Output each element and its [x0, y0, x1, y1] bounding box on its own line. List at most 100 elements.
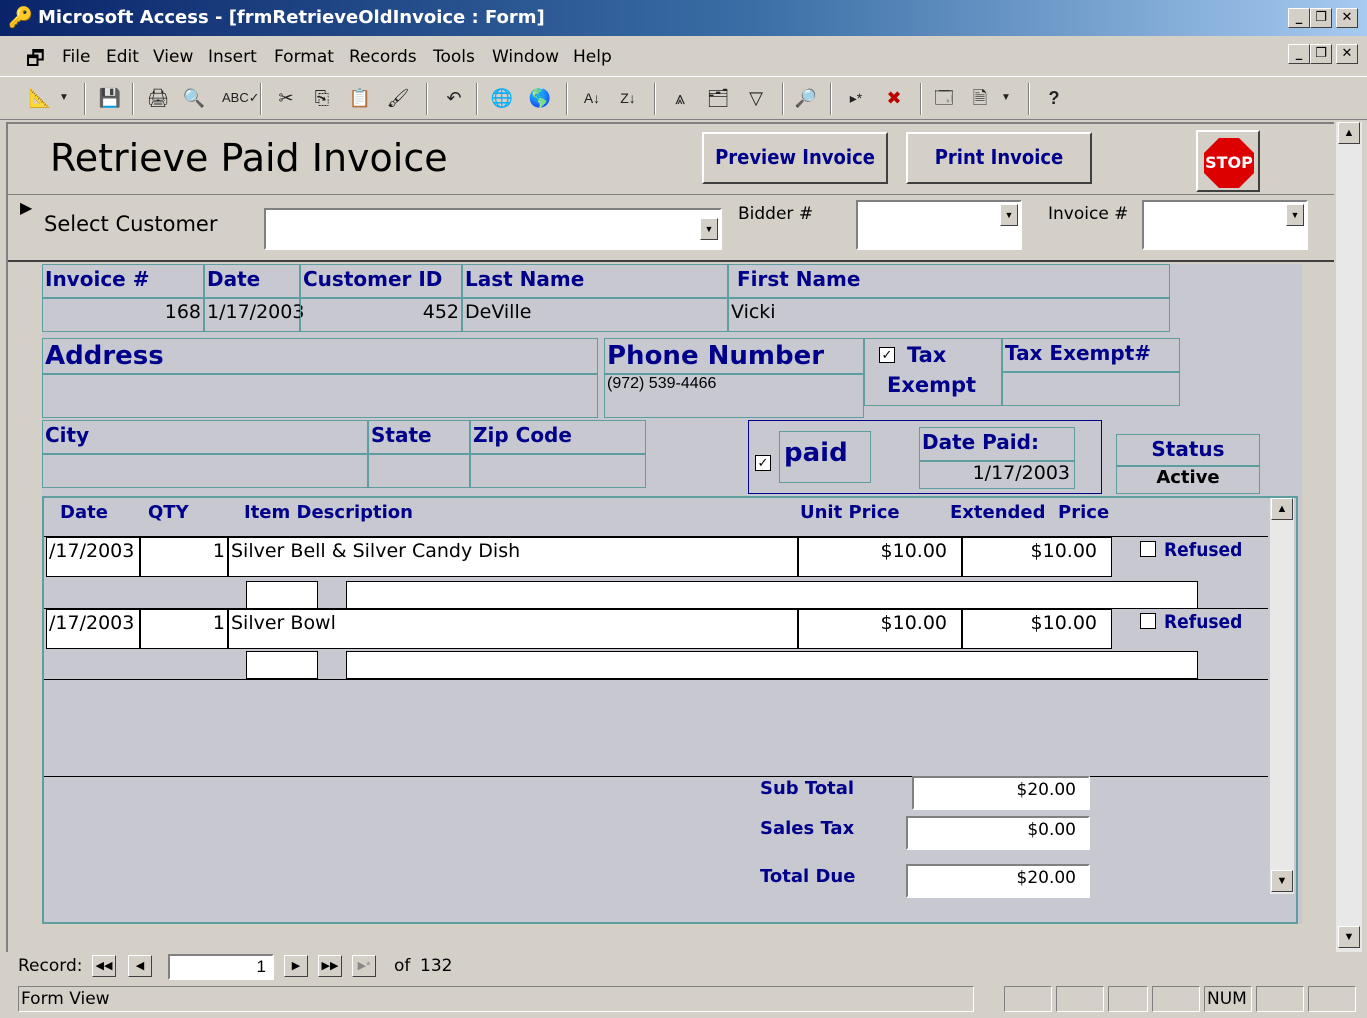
title-bar[interactable]: 🔑 Microsoft Access - [frmRetrieveOldInvo… [0, 0, 1367, 36]
tax-exempt-checkbox[interactable]: ✓ [879, 347, 895, 363]
print-preview-icon[interactable]: 🔍 [180, 84, 208, 112]
view-icon[interactable]: 📐 [26, 84, 54, 112]
refused-checkbox[interactable] [1140, 613, 1156, 629]
menu-view[interactable]: View [153, 47, 193, 67]
line-unit-field[interactable]: $10.00 [798, 537, 962, 577]
new-object-dropdown-icon[interactable]: ▼ [998, 84, 1014, 112]
first-record-icon[interactable]: ◀◀ [92, 955, 116, 977]
new-record-nav-icon[interactable]: ▶* [352, 955, 376, 977]
line-unit-field[interactable]: $10.00 [798, 609, 962, 649]
customer-combo[interactable]: ▼ [264, 208, 722, 250]
cut-icon[interactable]: ✂ [272, 84, 300, 112]
table-row[interactable]: /17/2003 1 Silver Bell & Silver Candy Di… [44, 536, 1268, 609]
record-selector-icon[interactable]: ▶ [20, 198, 32, 218]
first-name-field[interactable]: Vicki [728, 298, 1170, 332]
preview-invoice-button[interactable]: Preview Invoice [702, 132, 888, 184]
menu-file[interactable]: File [62, 47, 90, 67]
paste-icon[interactable]: 📋 [346, 84, 374, 112]
scroll-up-icon[interactable]: ▲ [1338, 122, 1360, 144]
apply-filter-icon[interactable]: ▽ [742, 84, 770, 112]
subform-scrollbar[interactable]: ▲ ▼ [1270, 498, 1294, 894]
save-icon[interactable]: 💾 [96, 84, 124, 112]
line-desc-field[interactable]: Silver Bowl [228, 609, 798, 649]
new-record-icon[interactable]: ▸* [842, 84, 870, 112]
database-window-icon[interactable]: 🗔 [930, 84, 958, 112]
record-number-input[interactable]: 1 [168, 954, 274, 980]
close-button[interactable]: ✕ [1336, 8, 1358, 28]
web-toolbar-icon[interactable]: 🌎 [526, 84, 554, 112]
invoice-no-field[interactable]: 168 [42, 298, 204, 332]
line-ext-field[interactable]: $10.00 [962, 537, 1112, 577]
line-extra-field[interactable] [246, 651, 318, 679]
doc-close-button[interactable]: ✕ [1336, 44, 1358, 64]
last-name-field[interactable]: DeVille [462, 298, 728, 332]
line-qty-field[interactable]: 1 [140, 609, 228, 649]
last-record-icon[interactable]: ▶▶ [318, 955, 342, 977]
refused-checkbox[interactable] [1140, 541, 1156, 557]
menu-edit[interactable]: Edit [106, 47, 139, 67]
salestax-field[interactable]: $0.00 [906, 816, 1090, 850]
menu-tools[interactable]: Tools [433, 47, 475, 67]
line-notes-field[interactable] [346, 581, 1198, 609]
scroll-down-icon[interactable]: ▼ [1338, 926, 1360, 948]
format-painter-icon[interactable]: 🖌 [384, 84, 412, 112]
menu-window[interactable]: Window [492, 47, 559, 67]
restore-button[interactable]: ❐ [1310, 8, 1332, 28]
new-object-icon[interactable]: 🗎 [966, 84, 994, 112]
address-field[interactable] [42, 374, 598, 418]
delete-record-icon[interactable]: ✖ [880, 84, 908, 112]
stop-button[interactable]: STOP [1196, 130, 1260, 192]
bidder-label: Bidder # [738, 204, 814, 224]
print-icon[interactable]: 🖨 [144, 84, 172, 112]
view-dropdown-icon[interactable]: ▼ [56, 84, 72, 112]
line-qty-field[interactable]: 1 [140, 537, 228, 577]
table-row[interactable]: /17/2003 1 Silver Bowl $10.00 $10.00 Ref… [44, 608, 1268, 680]
line-notes-field[interactable] [346, 651, 1198, 679]
doc-restore-button[interactable]: ❐ [1310, 44, 1332, 64]
hyperlink-icon[interactable]: 🌐 [488, 84, 516, 112]
find-icon[interactable]: 🔎 [792, 84, 820, 112]
customer-id-field[interactable]: 452 [300, 298, 462, 332]
form-scrollbar[interactable]: ▲ ▼ [1336, 122, 1362, 952]
bidder-combo[interactable]: ▼ [856, 200, 1022, 250]
copy-icon[interactable]: ⎘ [308, 84, 336, 112]
doc-minimize-button[interactable]: _ [1288, 44, 1310, 64]
tax-exempt-no-field[interactable] [1002, 372, 1180, 406]
menu-records[interactable]: Records [349, 47, 417, 67]
prev-record-icon[interactable]: ◀ [128, 955, 152, 977]
next-record-icon[interactable]: ▶ [284, 955, 308, 977]
filter-by-selection-icon[interactable]: ⩓ [666, 84, 694, 112]
zip-field[interactable] [470, 454, 646, 488]
total-field[interactable]: $20.00 [906, 864, 1090, 898]
chevron-down-icon[interactable]: ▼ [1000, 204, 1018, 226]
line-extra-field[interactable] [246, 581, 318, 609]
undo-icon[interactable]: ↶ [440, 84, 468, 112]
paid-checkbox[interactable]: ✓ [755, 455, 771, 471]
city-field[interactable] [42, 454, 368, 488]
line-desc-field[interactable]: Silver Bell & Silver Candy Dish [228, 537, 798, 577]
scroll-up-icon[interactable]: ▲ [1271, 498, 1293, 520]
invoice-combo[interactable]: ▼ [1142, 200, 1308, 250]
line-date-field[interactable]: /17/2003 [46, 537, 140, 577]
status-field[interactable]: Active [1116, 466, 1260, 494]
menu-help[interactable]: Help [573, 47, 612, 67]
menu-format[interactable]: Format [274, 47, 334, 67]
scroll-down-icon[interactable]: ▼ [1271, 870, 1293, 892]
spelling-icon[interactable]: ABC✓ [222, 84, 260, 112]
subtotal-field[interactable]: $20.00 [912, 776, 1090, 810]
sort-descending-icon[interactable]: Z↓ [614, 84, 642, 112]
chevron-down-icon[interactable]: ▼ [700, 218, 718, 240]
minimize-button[interactable]: _ [1288, 8, 1310, 28]
line-ext-field[interactable]: $10.00 [962, 609, 1112, 649]
phone-field[interactable]: (972) 539-4466 [604, 374, 864, 418]
print-invoice-button[interactable]: Print Invoice [906, 132, 1092, 184]
line-date-field[interactable]: /17/2003 [46, 609, 140, 649]
help-icon[interactable]: ? [1040, 84, 1068, 112]
date-paid-field[interactable]: 1/17/2003 [919, 461, 1075, 489]
chevron-down-icon[interactable]: ▼ [1286, 204, 1304, 226]
menu-insert[interactable]: Insert [208, 47, 257, 67]
state-field[interactable] [368, 454, 470, 488]
date-field[interactable]: 1/17/2003 [204, 298, 304, 332]
sort-ascending-icon[interactable]: A↓ [578, 84, 606, 112]
filter-by-form-icon[interactable]: 🗂 [704, 84, 732, 112]
